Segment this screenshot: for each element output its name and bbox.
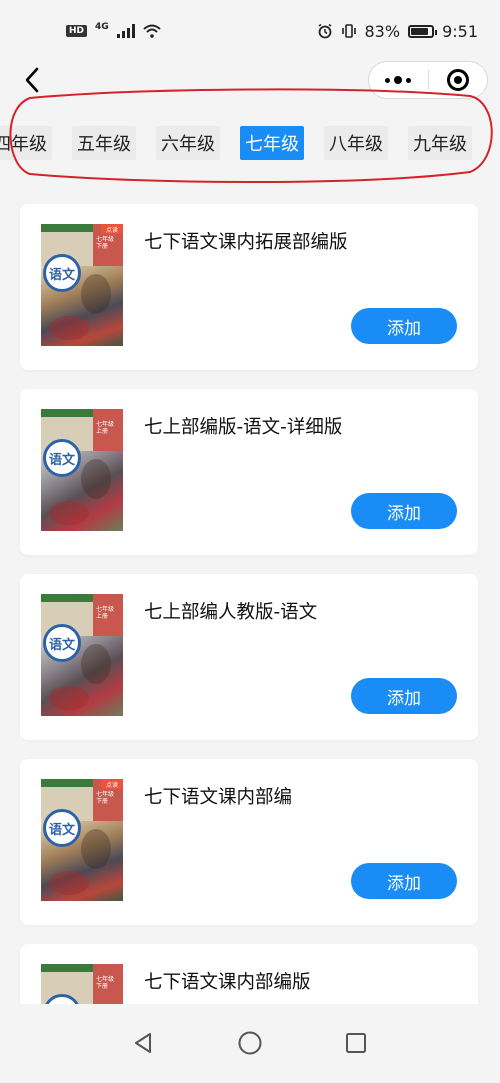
cover-grade: 七年级 [96, 791, 115, 798]
battery-icon [408, 24, 438, 38]
system-nav-bar [0, 1004, 500, 1083]
book-card[interactable]: 七年级 下册 点读语文 七下语文课内部编添加 [20, 759, 478, 925]
cover-grade: 七年级 [96, 236, 115, 243]
grade-tab[interactable]: 九年级 [408, 126, 472, 160]
square-recents-icon [346, 1033, 366, 1053]
cover-volume: 下册 [96, 798, 109, 806]
grade-tab[interactable]: 五年级 [72, 126, 136, 160]
chevron-left-icon [25, 67, 39, 93]
miniprogram-capsule [368, 61, 488, 99]
book-cover-image: 七年级 上册语文 [41, 409, 123, 531]
system-home-button[interactable] [235, 1028, 265, 1058]
wifi-icon [143, 24, 161, 38]
grade-tab[interactable]: 八年级 [324, 126, 388, 160]
status-left: HD 4G [66, 22, 161, 38]
cover-subject: 语文 [43, 809, 81, 847]
cover-tag: 点读 [101, 779, 123, 789]
hd-badge: HD [66, 25, 88, 37]
cover-grade-text: 七年级 下册 [96, 791, 114, 805]
add-button[interactable]: 添加 [351, 493, 457, 529]
book-title: 七下语文课内部编 [144, 787, 293, 808]
add-button[interactable]: 添加 [351, 308, 457, 344]
cover-grade-text: 七年级 下册 [96, 236, 114, 250]
system-back-button[interactable] [128, 1028, 158, 1058]
cover-tag: 点读 [101, 224, 123, 234]
grade-tab[interactable]: 四年级 [0, 126, 52, 160]
back-button[interactable] [14, 62, 50, 98]
cover-grade: 七年级 [96, 976, 115, 983]
grade-tabs: 四年级 五年级 六年级 七年级 八年级 九年级 [0, 126, 472, 160]
book-card[interactable]: 七年级 上册 语文 七上部编版-语文-详细版 添加 [20, 389, 478, 555]
cover-volume: 上册 [96, 613, 109, 621]
cover-volume: 下册 [96, 243, 109, 251]
book-cover-image: 七年级 上册语文 [41, 594, 123, 716]
add-button[interactable]: 添加 [351, 863, 457, 899]
target-circle-icon [446, 69, 469, 91]
battery-percent: 83% [364, 21, 401, 41]
alarm-icon [318, 23, 331, 39]
cover-subject: 语文 [43, 254, 81, 292]
grade-tab[interactable]: 七年级 [240, 126, 304, 160]
circle-home-icon [238, 1031, 262, 1055]
book-cover-image: 七年级 下册 点读语文 [41, 779, 123, 901]
book-title: 七上部编人教版-语文 [144, 602, 318, 623]
battery-level [411, 27, 428, 35]
book-card[interactable]: 七年级 上册 语文 七上部编人教版-语文 添加 [20, 574, 478, 740]
cover-subject: 语文 [43, 439, 81, 477]
clock: 9:51 [442, 21, 478, 41]
network-type: 4G [95, 22, 109, 32]
add-button[interactable]: 添加 [351, 678, 457, 714]
cover-volume: 下册 [96, 983, 109, 991]
status-right: 83% 9:51 [317, 21, 478, 41]
vibrate-icon [341, 24, 356, 38]
book-title: 七下语文课内部编版 [144, 972, 311, 993]
book-title: 七下语文课内拓展部编版 [144, 232, 348, 253]
close-button[interactable] [429, 62, 488, 98]
book-title: 七上部编版-语文-详细版 [144, 417, 343, 438]
more-button[interactable] [369, 62, 428, 98]
cover-volume: 上册 [96, 428, 109, 436]
status-bar: HD 4G 83% 9:51 [0, 0, 500, 62]
grade-tab-strip: 四年级 五年级 六年级 七年级 八年级 九年级 [0, 112, 500, 176]
more-dots-icon [385, 76, 412, 84]
system-recents-button[interactable] [341, 1028, 371, 1058]
grade-tab[interactable]: 六年级 [156, 126, 220, 160]
nav-bar [0, 58, 500, 104]
book-card[interactable]: 七年级 下册 点读语文 七下语文课内拓展部编版添加 [20, 204, 478, 370]
cover-subject: 语文 [43, 624, 81, 662]
triangle-back-icon [135, 1033, 151, 1053]
cover-grade-text: 七年级 下册 [96, 976, 114, 990]
cover-grade-text: 七年级 上册 [96, 421, 114, 435]
signal-icon [116, 24, 135, 38]
cover-grade-text: 七年级 上册 [96, 606, 114, 620]
book-cover-image: 七年级 下册 点读语文 [41, 224, 123, 346]
